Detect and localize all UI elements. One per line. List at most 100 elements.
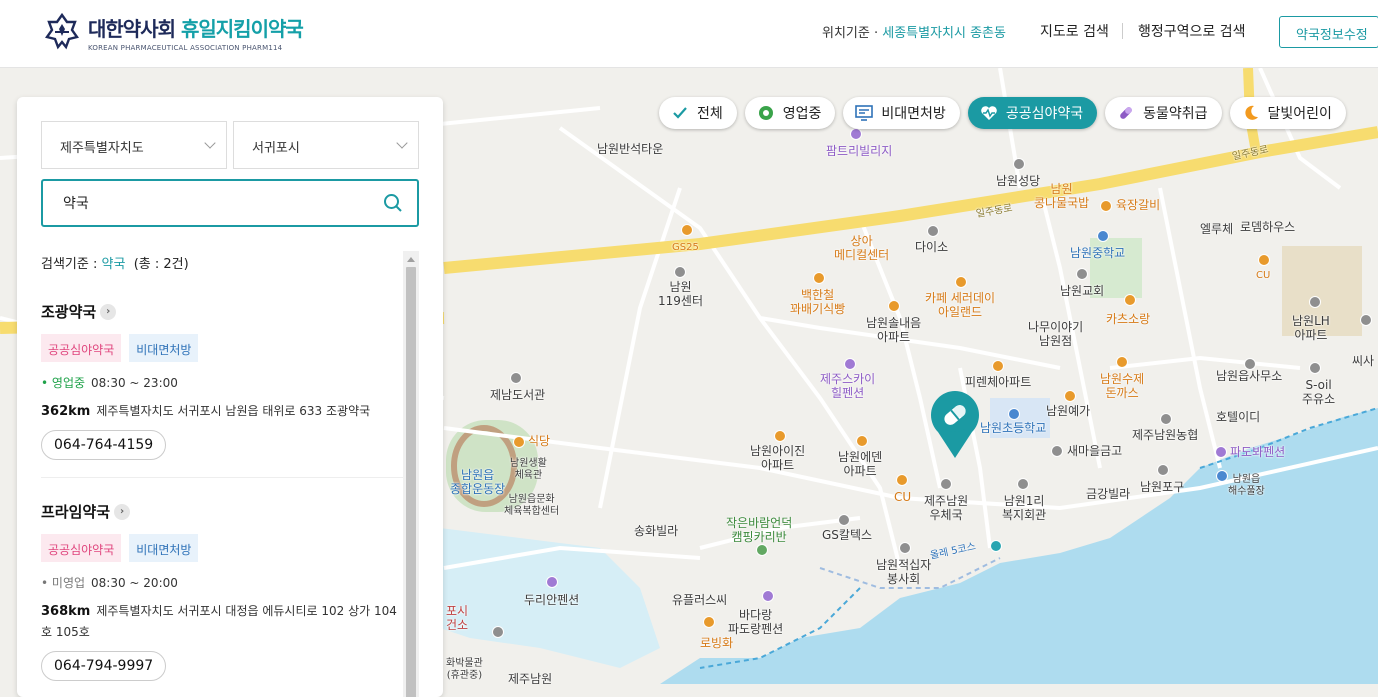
logo-title: 대한약사회 휴일지킴이약국 <box>88 16 304 41</box>
map-label: 남원중학교 <box>1070 246 1126 260</box>
map-label: 제주남원농협 <box>1132 428 1199 442</box>
location-indicator[interactable]: 위치기준 · 세종특별자치시 종촌동 <box>822 22 1006 41</box>
address-text: 제주특별자치도 서귀포시 남원읍 태위로 633 조광약국 <box>96 404 371 418</box>
pharmacy-name[interactable]: 조광약국 › <box>41 301 401 322</box>
map-poi-icon <box>927 225 939 237</box>
map-poi-icon <box>492 626 504 638</box>
result-item[interactable]: 조광약국 › 공공심야약국 비대면처방 • 영업중 08:30 ~ 23:00 3… <box>41 301 401 460</box>
map-label: 제주남원 우체국 <box>924 494 969 522</box>
search-icon[interactable] <box>383 193 403 213</box>
map-label: 남원적십자 봉사회 <box>876 558 932 586</box>
city-select[interactable]: 서귀포시 <box>233 121 419 169</box>
map-label: S-oil 주유소 <box>1302 378 1336 406</box>
phone-button[interactable]: 064-764-4159 <box>41 430 167 460</box>
map-poi-icon <box>1309 362 1321 374</box>
map-poi-icon <box>1100 200 1112 212</box>
map-poi-icon <box>1076 268 1088 280</box>
map-label: 남원읍사무소 <box>1216 369 1283 383</box>
map-label: GS칼텍스 <box>822 528 873 542</box>
pharmacy-name[interactable]: 프라임약국 › <box>41 501 401 522</box>
filter-label: 비대면처방 <box>881 106 946 122</box>
tag-night-pharmacy: 공공심야약국 <box>41 534 122 562</box>
map-poi-icon <box>899 542 911 554</box>
search-input[interactable] <box>63 193 363 213</box>
map-poi-icon <box>703 616 715 628</box>
province-select[interactable]: 제주특별자치도 <box>41 121 227 169</box>
map-label: 로뎀하우스 <box>1240 220 1296 234</box>
map-label: 호텔이디 <box>1216 410 1261 424</box>
map-poi-icon <box>1258 254 1270 266</box>
map-label: 로빙화 <box>700 636 734 650</box>
open-clock-icon <box>757 104 775 122</box>
open-status: • 미영업 <box>41 576 86 590</box>
scroll-thumb[interactable] <box>406 267 416 697</box>
distance: 362km <box>41 404 91 419</box>
map-label: 금강빌라 <box>1086 487 1131 501</box>
map-label: 제주남원 <box>508 672 553 684</box>
filter-label: 달빛어린이 <box>1267 106 1332 122</box>
map-poi-icon <box>1309 296 1321 308</box>
filter-remote-prescription[interactable]: 비대면처방 <box>843 97 960 129</box>
tag-remote-prescription: 비대면처방 <box>129 534 199 562</box>
tag-night-pharmacy: 공공심야약국 <box>41 334 122 362</box>
map-poi-icon <box>681 224 693 236</box>
chevron-down-icon <box>204 137 216 149</box>
filter-label: 전체 <box>697 106 723 122</box>
map-label: 남원읍문화 체육복합센터 <box>504 494 560 517</box>
map-poi-icon <box>513 436 525 448</box>
map-label: 남원LH 아파트 <box>1292 314 1330 342</box>
map-label: 남원예가 <box>1046 404 1091 418</box>
map-poi-icon <box>856 435 868 447</box>
map-label: 파도봐펜션 <box>1230 445 1286 459</box>
scroll-up-icon[interactable] <box>407 257 415 262</box>
filter-chip-bar: 전체 영업중 비대면처방 공공심야약국 동물약취급 달빛어린이 <box>659 97 1346 129</box>
nav-region-search[interactable]: 행정구역으로 검색 <box>1138 21 1246 41</box>
filter-moonlight-children[interactable]: 달빛어린이 <box>1229 97 1346 129</box>
map-poi-icon <box>1215 446 1227 458</box>
map-label: 바다랑 파도랑펜션 <box>728 608 784 636</box>
pharmacy-info-edit-button[interactable]: 약국정보수정 <box>1279 16 1378 48</box>
phone-button[interactable]: 064-794-9997 <box>41 651 167 681</box>
search-panel: 제주특별자치도 서귀포시 검색기준 : 약국 (총 : 2건) 조광약국 › 공… <box>17 97 443 697</box>
address-text: 제주특별자치도 서귀포시 대정읍 에듀시티로 102 상가 104호 105호 <box>41 604 397 639</box>
map-poi-icon <box>838 514 850 526</box>
map-poi-icon <box>1013 158 1025 170</box>
filter-open[interactable]: 영업중 <box>744 97 836 129</box>
map-label: 남원수제 돈까스 <box>1100 372 1145 400</box>
nav-map-search[interactable]: 지도로 검색 <box>1040 21 1109 41</box>
map-label: 두리안펜션 <box>524 593 580 607</box>
map-poi-icon <box>940 478 952 490</box>
map-poi-icon <box>774 430 786 442</box>
map-label: 남원1리 복지회관 <box>1002 494 1047 522</box>
heart-pulse-icon <box>980 104 998 122</box>
map-poi-icon <box>896 474 908 486</box>
capsule-icon <box>1117 104 1135 122</box>
map-label: 화박물관 (휴관중) <box>446 658 483 681</box>
map-poi-icon <box>510 372 522 384</box>
result-item[interactable]: 프라임약국 › 공공심야약국 비대면처방 • 미영업 08:30 ~ 20:00 … <box>41 501 401 681</box>
map-poi-icon <box>1360 314 1372 326</box>
filter-all[interactable]: 전체 <box>659 97 737 129</box>
site-logo[interactable]: 대한약사회 휴일지킴이약국 KOREAN PHARMACEUTICAL ASSO… <box>44 12 304 52</box>
results-scrollbar[interactable] <box>403 251 419 697</box>
map-poi-icon <box>888 300 900 312</box>
search-criteria: 검색기준 : 약국 (총 : 2건) <box>41 253 189 272</box>
map-poi-icon <box>1216 470 1228 482</box>
map-poi-icon <box>546 576 558 588</box>
hours-text: 08:30 ~ 23:00 <box>91 376 178 390</box>
map-label: 남원교회 <box>1060 284 1105 298</box>
nav-separator <box>1122 23 1123 39</box>
filter-animal-medicine[interactable]: 동물약취급 <box>1105 97 1222 129</box>
map-label: 남원읍 해수풀장 <box>1228 474 1265 497</box>
map-label: 씨사 <box>1352 354 1375 368</box>
map-label: 식당 <box>528 434 551 448</box>
pharmacy-map-marker-icon[interactable] <box>928 388 982 460</box>
distance: 368km <box>41 604 91 619</box>
monitor-prescription-icon <box>855 104 874 122</box>
map-poi-icon <box>1008 408 1020 420</box>
map-poi-icon <box>1160 413 1172 425</box>
filter-label: 동물약취급 <box>1143 106 1208 122</box>
filter-label: 공공심야약국 <box>1005 106 1084 122</box>
filter-night-pharmacy[interactable]: 공공심야약국 <box>967 97 1098 129</box>
map-label: 카페 세러데이 아일랜드 <box>925 291 996 319</box>
